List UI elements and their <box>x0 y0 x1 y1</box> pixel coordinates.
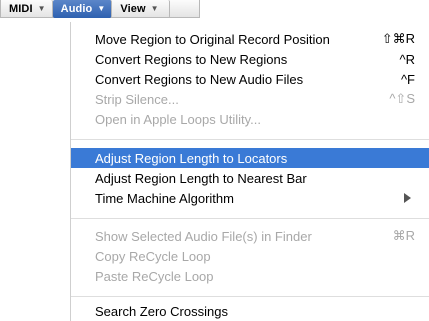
menu-midi[interactable]: MIDI ▼ <box>1 0 53 18</box>
menu-item-strip-silence: Strip Silence... ^⇧S <box>71 89 429 109</box>
menu-audio[interactable]: Audio ▼ <box>52 0 113 18</box>
menu-item-convert-new-audio-files[interactable]: Convert Regions to New Audio Files ^F <box>71 69 429 89</box>
menu-item-convert-new-regions[interactable]: Convert Regions to New Regions ^R <box>71 49 429 69</box>
menu-item-show-in-finder: Show Selected Audio File(s) in Finder ⌘R <box>71 226 429 246</box>
menu-item-paste-recycle-loop: Paste ReCycle Loop <box>71 266 429 286</box>
menu-item-label: Time Machine Algorithm <box>95 190 234 206</box>
menu-item-shortcut: ^⇧S <box>389 91 415 106</box>
submenu-arrow-icon <box>404 193 411 203</box>
menu-item-search-zero-crossings[interactable]: Search Zero Crossings <box>71 301 429 321</box>
menu-item-shortcut: ^F <box>400 71 415 87</box>
chevron-down-icon: ▼ <box>150 4 159 13</box>
menu-item-label: Move Region to Original Record Position <box>95 31 330 47</box>
menu-midi-label: MIDI <box>9 2 33 15</box>
menu-item-time-machine-algorithm[interactable]: Time Machine Algorithm <box>71 188 429 208</box>
menu-item-adjust-length-locators[interactable]: Adjust Region Length to Locators <box>71 148 429 168</box>
menu-item-label: Convert Regions to New Audio Files <box>95 71 304 87</box>
menu-item-label: Search Zero Crossings <box>95 303 228 319</box>
menu-item-label: Strip Silence... <box>95 91 179 107</box>
menu-item-move-region-original[interactable]: Move Region to Original Record Position … <box>71 29 429 49</box>
menu-item-label: Adjust Region Length to Locators <box>95 150 288 166</box>
menu-item-label: Copy ReCycle Loop <box>95 248 211 264</box>
menu-item-shortcut: ^R <box>399 51 416 67</box>
audio-dropdown-menu: Move Region to Original Record Position … <box>70 22 429 321</box>
menu-item-label: Paste ReCycle Loop <box>95 268 214 284</box>
menu-item-open-apple-loops: Open in Apple Loops Utility... <box>71 109 429 129</box>
menu-separator <box>71 218 429 219</box>
menu-item-label: Show Selected Audio File(s) in Finder <box>95 228 312 244</box>
chevron-down-icon: ▼ <box>37 4 46 13</box>
menu-item-label: Open in Apple Loops Utility... <box>95 111 261 127</box>
menu-audio-label: Audio <box>60 2 93 15</box>
menu-separator <box>71 139 429 140</box>
menu-bar: MIDI ▼ Audio ▼ View ▼ <box>0 0 200 18</box>
menu-item-label: Convert Regions to New Regions <box>95 51 288 67</box>
menu-item-label: Adjust Region Length to Nearest Bar <box>95 170 307 186</box>
menu-item-shortcut: ⇧⌘R <box>381 31 415 46</box>
chevron-down-icon: ▼ <box>97 4 106 13</box>
menu-item-copy-recycle-loop: Copy ReCycle Loop <box>71 246 429 266</box>
menu-item-adjust-length-nearest-bar[interactable]: Adjust Region Length to Nearest Bar <box>71 168 429 188</box>
menu-view-label: View <box>120 2 146 15</box>
menu-item-shortcut: ⌘R <box>392 228 415 243</box>
menu-separator <box>71 296 429 297</box>
menu-view[interactable]: View ▼ <box>112 0 170 18</box>
